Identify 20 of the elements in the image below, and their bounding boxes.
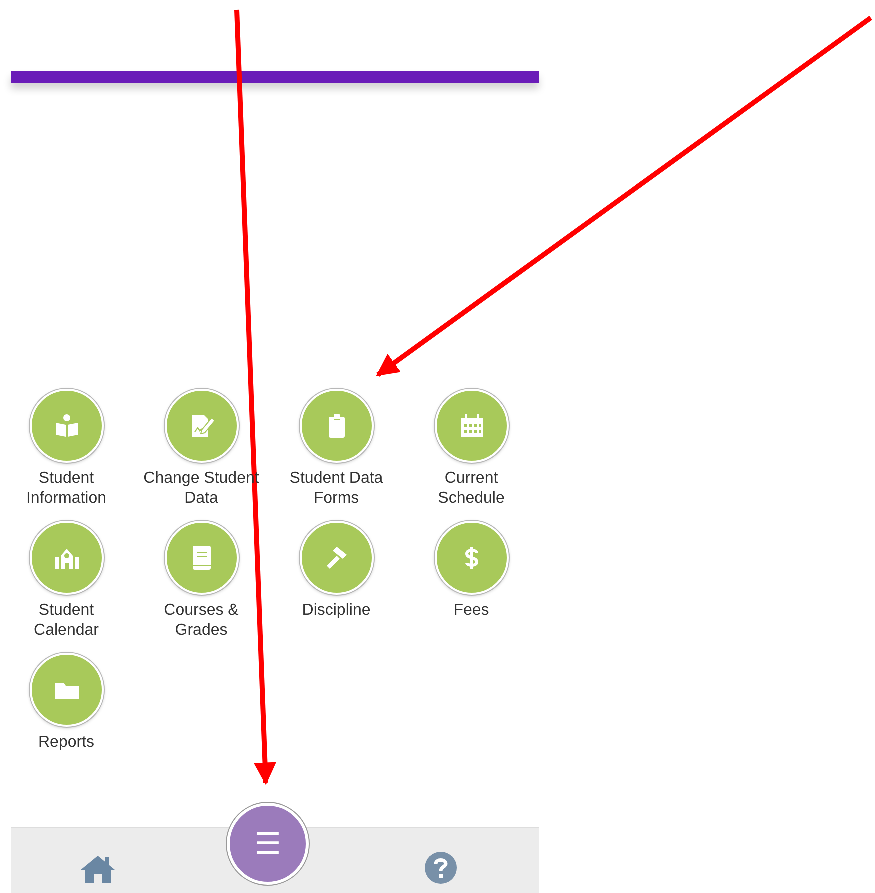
tile-button[interactable] [164, 521, 238, 595]
tile-label: Fees [452, 601, 490, 621]
home-icon[interactable] [80, 854, 116, 884]
tile-label: Courses & Grades [163, 601, 240, 641]
tile-button[interactable] [434, 389, 508, 463]
help-icon[interactable] [425, 852, 457, 884]
tile-label: Current Schedule [437, 469, 506, 509]
tile-label: Reports [37, 733, 96, 753]
tile-button[interactable] [164, 389, 238, 463]
menu-button[interactable]: ☰ [227, 803, 309, 885]
tile-button[interactable] [434, 521, 508, 595]
tile-button[interactable] [30, 389, 104, 463]
tile-button[interactable] [30, 521, 104, 595]
tile-label: Student Information [25, 469, 108, 509]
tile-button[interactable] [300, 521, 374, 595]
tile-button[interactable] [30, 653, 104, 727]
tile-label: Student Data Forms [288, 469, 384, 509]
tile-button[interactable] [300, 389, 374, 463]
tile-label: Discipline [301, 601, 372, 621]
tile-label: Student Calendar [33, 601, 100, 641]
